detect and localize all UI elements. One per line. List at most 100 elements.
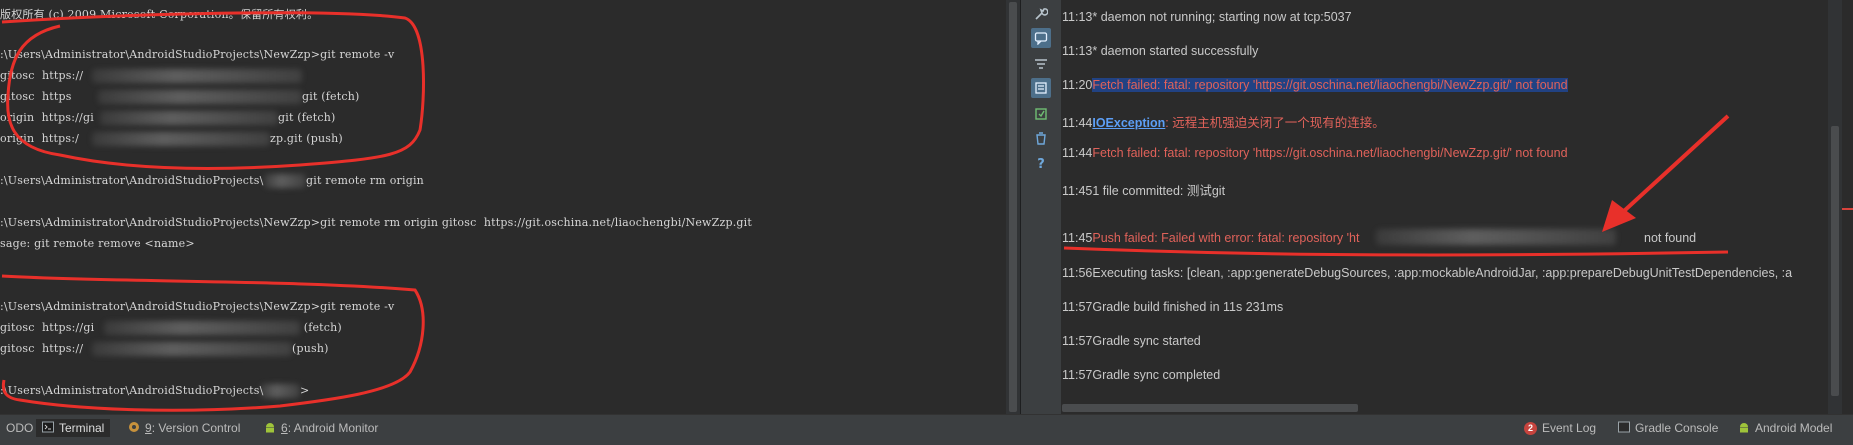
event-entry-selected[interactable]: 11:20Fetch failed: fatal: repository 'ht…	[1062, 78, 1568, 92]
terminal-line: :\Users\Administrator\AndroidStudioProje…	[0, 174, 264, 187]
event-time: 11:57	[1062, 334, 1093, 348]
event-time: 11:45	[1062, 231, 1093, 245]
event-message: Gradle sync started	[1092, 334, 1201, 348]
terminal-line: :\Users\Administrator\AndroidStudioProje…	[0, 384, 264, 397]
tab-android-monitor[interactable]: 6: Android Monitor	[258, 419, 384, 437]
tab-label: Terminal	[59, 421, 105, 435]
status-bar	[0, 440, 1853, 445]
terminal-scrollbar-thumb[interactable]	[1009, 2, 1017, 412]
terminal-line: :\Users\Administrator\AndroidStudioProje…	[0, 300, 395, 313]
tab-terminal[interactable]: Terminal	[36, 419, 111, 437]
tab-shortcut-number: 6	[281, 421, 288, 435]
event-time: 11:45	[1062, 184, 1093, 198]
redacted-region	[264, 174, 306, 188]
event-message: Gradle sync completed	[1092, 368, 1221, 382]
android-model-icon	[1738, 421, 1750, 436]
terminal-line: zp.git (push)	[270, 132, 343, 145]
terminal-panel[interactable]: 版权所有 (c) 2009 Microsoft Corporation。保留所有…	[0, 0, 1006, 414]
event-entry: 11:44IOException: 远程主机强迫关闭了一个现有的连接。	[1062, 112, 1385, 131]
tool-window-bar: ODO Terminal 9: Version Control 6: Andro…	[0, 414, 1853, 441]
trash-icon[interactable]	[1031, 128, 1051, 148]
redacted-region	[260, 384, 300, 398]
event-log-hscrollbar-thumb[interactable]	[1062, 404, 1358, 412]
settings-panel-icon[interactable]	[1031, 78, 1051, 98]
terminal-line: gitosc https://	[0, 69, 84, 82]
tab-version-control[interactable]: 9: Version Control	[122, 419, 246, 437]
terminal-line: gitosc https://gi	[0, 321, 95, 334]
event-entry: 11:13* daemon not running; starting now …	[1062, 10, 1352, 24]
tab-label: : Android Monitor	[287, 421, 379, 435]
android-icon	[264, 421, 276, 436]
event-entry: 11:57Gradle sync completed	[1062, 368, 1220, 382]
event-error-tail: not found	[1644, 231, 1697, 245]
tab-android-model[interactable]: Android Model	[1732, 419, 1838, 437]
tab-event-log[interactable]: 2 Event Log	[1518, 419, 1602, 437]
redacted-region	[98, 90, 302, 104]
redacted-region	[92, 342, 292, 356]
terminal-line: 版权所有 (c) 2009 Microsoft Corporation。保留所有…	[0, 8, 319, 21]
event-error-message[interactable]: Fetch failed: fatal: repository 'https:/…	[1092, 78, 1568, 92]
export-icon[interactable]	[1031, 104, 1051, 124]
version-control-icon	[128, 421, 140, 436]
terminal-line: git (fetch)	[278, 111, 336, 124]
event-time: 11:57	[1062, 300, 1093, 314]
event-time: 11:44	[1062, 116, 1093, 130]
tab-todo[interactable]: ODO	[0, 419, 39, 437]
error-stripe-marker[interactable]	[1842, 208, 1853, 210]
terminal-line: sage: git remote remove <name>	[0, 237, 195, 250]
terminal-line: (push)	[292, 342, 329, 355]
tab-label: : Version Control	[151, 421, 241, 435]
event-message: * daemon not running; starting now at tc…	[1092, 10, 1352, 24]
event-log-panel[interactable]: 11:13* daemon not running; starting now …	[1062, 0, 1828, 414]
event-time: 11:13	[1062, 44, 1093, 58]
event-entry: 11:57Gradle build finished in 11s 231ms	[1062, 300, 1283, 314]
event-message: 1 file committed: 测试git	[1092, 184, 1226, 198]
chat-bubble-icon[interactable]	[1031, 28, 1051, 48]
event-log-scrollbar-thumb[interactable]	[1831, 126, 1839, 396]
event-error-message[interactable]: Push failed: Failed with error: fatal: r…	[1092, 231, 1359, 245]
tab-gradle-console[interactable]: Gradle Console	[1612, 419, 1724, 437]
event-error-message[interactable]: Fetch failed: fatal: repository 'https:/…	[1092, 146, 1567, 160]
terminal-line: git (fetch)	[302, 90, 360, 103]
tab-label: ODO	[6, 421, 34, 435]
event-time: 11:56	[1062, 266, 1093, 280]
ide-window: 版权所有 (c) 2009 Microsoft Corporation。保留所有…	[0, 0, 1853, 445]
filter-icon[interactable]	[1031, 54, 1051, 74]
redacted-region	[104, 321, 300, 335]
terminal-line: (fetch)	[300, 321, 342, 334]
tab-label: Android Model	[1755, 421, 1833, 435]
event-entry: 11:45Push failed: Failed with error: fat…	[1062, 231, 1359, 245]
event-entry: 11:44Fetch failed: fatal: repository 'ht…	[1062, 146, 1568, 160]
terminal-line: gitosc https	[0, 90, 72, 103]
event-time: 11:13	[1062, 10, 1093, 24]
terminal-line: origin https://gi	[0, 111, 94, 124]
tab-label: Gradle Console	[1635, 421, 1719, 435]
event-time: 11:20	[1062, 78, 1093, 92]
gradle-icon	[1618, 421, 1630, 436]
wrench-icon[interactable]	[1031, 4, 1051, 24]
terminal-line: gitosc https://	[0, 342, 84, 355]
event-error-message: : 远程主机强迫关闭了一个现有的连接。	[1165, 116, 1385, 130]
redacted-region	[92, 69, 302, 83]
event-entry: 11:451 file committed: 测试git	[1062, 180, 1225, 199]
terminal-line: >	[300, 384, 310, 397]
event-count-badge: 2	[1524, 421, 1537, 435]
event-entry: 11:56Executing tasks: [clean, :app:gener…	[1062, 266, 1792, 280]
event-time: 11:44	[1062, 146, 1093, 160]
redacted-region	[100, 111, 278, 125]
terminal-line: :\Users\Administrator\AndroidStudioProje…	[0, 48, 395, 61]
event-entry: 11:57Gradle sync started	[1062, 334, 1201, 348]
event-entry: 11:13* daemon started successfully	[1062, 44, 1258, 58]
event-message: Gradle build finished in 11s 231ms	[1092, 300, 1284, 314]
redacted-region	[1376, 229, 1616, 245]
tab-label: Event Log	[1542, 421, 1597, 435]
terminal-line: origin https:/	[0, 132, 80, 145]
event-message: * daemon started successfully	[1092, 44, 1259, 58]
event-log-toolbar: ?	[1021, 0, 1062, 414]
terminal-icon	[42, 421, 54, 436]
tab-shortcut-number: 9	[145, 421, 152, 435]
help-icon[interactable]: ?	[1031, 154, 1051, 174]
terminal-line: :\Users\Administrator\AndroidStudioProje…	[0, 216, 753, 229]
exception-link[interactable]: IOException	[1092, 116, 1165, 130]
redacted-region	[92, 132, 270, 146]
